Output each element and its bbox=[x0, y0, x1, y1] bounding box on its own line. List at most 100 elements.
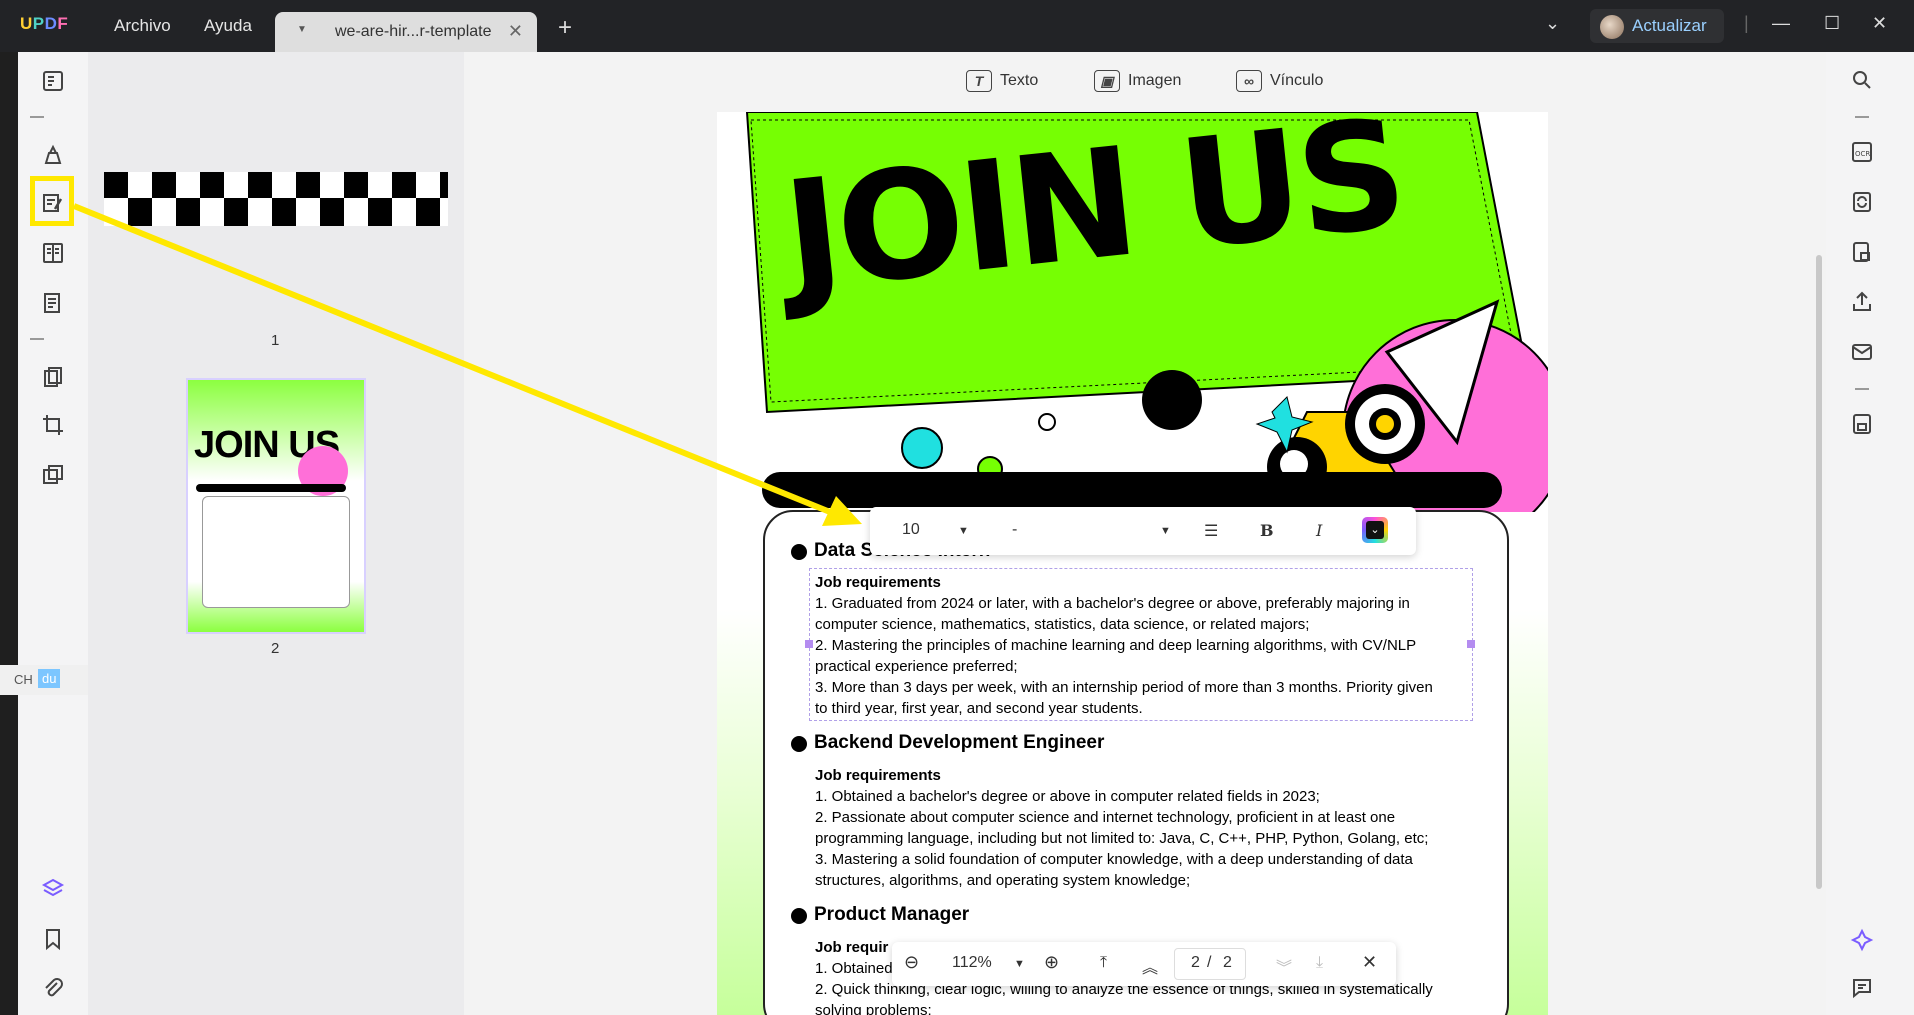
upgrade-label: Actualizar bbox=[1632, 16, 1707, 35]
zoom-level[interactable]: 112% bbox=[952, 954, 992, 972]
tabs-dropdown-icon[interactable]: ⌄ bbox=[1545, 13, 1560, 34]
tab-dropdown-icon[interactable]: ▼ bbox=[297, 24, 307, 35]
close-zoombar-icon[interactable]: ✕ bbox=[1362, 952, 1377, 973]
toolbar-separator bbox=[30, 116, 44, 118]
menu-archivo[interactable]: Archivo bbox=[114, 16, 171, 36]
comment-highlighter-icon[interactable] bbox=[38, 140, 68, 170]
add-text-button[interactable]: T Texto bbox=[966, 70, 1038, 92]
align-icon[interactable]: ☰ bbox=[1204, 521, 1218, 541]
page-view-icon[interactable] bbox=[38, 238, 68, 268]
attachment-icon[interactable] bbox=[38, 974, 68, 1004]
ai-assistant-icon[interactable] bbox=[1848, 926, 1876, 954]
req-line: 2. Mastering the principles of machine l… bbox=[815, 637, 1417, 654]
total-pages: 2 bbox=[1223, 954, 1232, 971]
image-icon: ▣ bbox=[1094, 70, 1120, 92]
form-icon[interactable] bbox=[38, 288, 68, 318]
section-bullet bbox=[791, 908, 807, 924]
bookmark-icon[interactable] bbox=[38, 924, 68, 954]
reader-icon[interactable] bbox=[38, 66, 68, 96]
req-line: 3. More than 3 days per week, with an in… bbox=[815, 679, 1433, 696]
job-req-heading: Job requirements bbox=[815, 574, 941, 591]
font-name-select[interactable]: - bbox=[1012, 521, 1017, 539]
close-window-icon[interactable]: ✕ bbox=[1872, 13, 1887, 34]
resize-handle-left[interactable] bbox=[805, 640, 813, 648]
page1-thumbnail-bottom bbox=[104, 198, 448, 226]
ocr-icon[interactable]: OCR bbox=[1848, 138, 1876, 166]
font-size-select[interactable]: 10 bbox=[902, 521, 920, 539]
current-page: 2 bbox=[1191, 954, 1200, 971]
req-line: solving problems; bbox=[815, 1002, 932, 1015]
color-dropdown-icon: ⌄ bbox=[1366, 521, 1384, 539]
page-input[interactable]: 2 / 2 bbox=[1174, 948, 1246, 980]
ime-app: du bbox=[38, 669, 61, 688]
vertical-scrollbar[interactable] bbox=[1816, 255, 1822, 889]
add-link-button[interactable]: ∞ Vínculo bbox=[1236, 70, 1323, 92]
add-image-button[interactable]: ▣ Imagen bbox=[1094, 70, 1181, 92]
resize-handle-right[interactable] bbox=[1467, 640, 1475, 648]
link-icon: ∞ bbox=[1236, 70, 1262, 92]
search-icon[interactable] bbox=[1848, 66, 1876, 94]
new-tab-button[interactable]: + bbox=[558, 14, 572, 42]
req-line: programming language, including but not … bbox=[815, 830, 1429, 847]
toolbar-separator bbox=[1855, 116, 1869, 118]
prev-page-icon[interactable]: ︽ bbox=[1142, 954, 1158, 978]
convert-icon[interactable] bbox=[1848, 188, 1876, 216]
toolbar-separator bbox=[30, 338, 44, 340]
job-req-heading: Job requirements bbox=[815, 767, 941, 784]
layers-icon[interactable] bbox=[38, 874, 68, 904]
page1-label: 1 bbox=[271, 332, 280, 349]
zoom-dropdown-icon[interactable]: ▼ bbox=[1014, 958, 1025, 970]
save-icon[interactable] bbox=[1848, 410, 1876, 438]
document-tab[interactable]: ▼ we-are-hir...r-template ✕ bbox=[275, 12, 537, 52]
section-title-backend: Backend Development Engineer bbox=[814, 732, 1105, 753]
req-line: computer science, mathematics, statistic… bbox=[815, 616, 1310, 633]
edit-pdf-icon[interactable] bbox=[38, 188, 68, 218]
page2-thumbnail[interactable]: JOIN US bbox=[186, 378, 366, 634]
tab-title: we-are-hir...r-template bbox=[335, 23, 492, 40]
req-line: structures, algorithms, and operating sy… bbox=[815, 872, 1191, 889]
minimize-icon[interactable]: — bbox=[1772, 13, 1790, 34]
page2-label: 2 bbox=[271, 640, 280, 657]
job-req-heading: Job requir bbox=[815, 939, 889, 956]
title-bar: UPDF Archivo Ayuda ▼ we-are-hir...r-temp… bbox=[0, 0, 1914, 52]
tab-close-icon[interactable]: ✕ bbox=[508, 21, 523, 42]
req-line: 1. Graduated from 2024 or later, with a … bbox=[815, 595, 1410, 612]
bold-icon[interactable]: B bbox=[1260, 521, 1274, 540]
share-icon[interactable] bbox=[1848, 288, 1876, 316]
req-line: 1. Obtained a bachelor's degree or above… bbox=[815, 788, 1320, 805]
batch-icon[interactable] bbox=[38, 460, 68, 490]
first-page-icon[interactable]: ⤒ bbox=[1100, 954, 1107, 972]
italic-icon[interactable]: I bbox=[1316, 521, 1322, 540]
upgrade-button[interactable]: Actualizar bbox=[1590, 9, 1724, 43]
organize-pages-icon[interactable] bbox=[38, 362, 68, 392]
req-line: 3. Mastering a solid foundation of compu… bbox=[815, 851, 1413, 868]
next-page-icon[interactable]: ︾ bbox=[1276, 954, 1292, 978]
font-size-dropdown-icon[interactable]: ▼ bbox=[958, 525, 969, 537]
page-separator: / bbox=[1207, 954, 1212, 971]
toolbar-separator bbox=[1855, 388, 1869, 390]
zoom-pagination-bar: ⊖ 112% ▼ ⊕ ⤒ ︽ 2 / 2 ︾ ⤓ ✕ bbox=[892, 942, 1396, 986]
text-icon: T bbox=[966, 70, 992, 92]
protect-icon[interactable] bbox=[1848, 238, 1876, 266]
ime-mode: CH bbox=[14, 672, 33, 687]
menu-ayuda[interactable]: Ayuda bbox=[204, 16, 252, 36]
section-title-product: Product Manager bbox=[814, 904, 970, 925]
last-page-icon[interactable]: ⤓ bbox=[1316, 954, 1323, 972]
font-name-dropdown-icon[interactable]: ▼ bbox=[1160, 525, 1171, 537]
email-icon[interactable] bbox=[1848, 338, 1876, 366]
crop-icon[interactable] bbox=[38, 410, 68, 440]
req-line: 1. Obtained bbox=[815, 960, 893, 977]
ime-indicator[interactable]: CH du bbox=[0, 665, 88, 695]
add-text-label: Texto bbox=[1000, 72, 1039, 89]
avatar bbox=[1600, 15, 1624, 39]
zoom-out-icon[interactable]: ⊖ bbox=[904, 952, 919, 973]
color-picker-button[interactable]: ⌄ bbox=[1362, 517, 1388, 543]
zoom-in-icon[interactable]: ⊕ bbox=[1044, 952, 1059, 973]
updf-logo: UPDF bbox=[20, 14, 69, 33]
section-bullet bbox=[791, 736, 807, 752]
add-image-label: Imagen bbox=[1128, 72, 1182, 89]
pdf-page: JOIN US Data Science Intern Job requirem… bbox=[717, 112, 1548, 1015]
maximize-icon[interactable]: ☐ bbox=[1824, 13, 1840, 34]
req-line: 2. Passionate about computer science and… bbox=[815, 809, 1396, 826]
comments-icon[interactable] bbox=[1848, 974, 1876, 1002]
